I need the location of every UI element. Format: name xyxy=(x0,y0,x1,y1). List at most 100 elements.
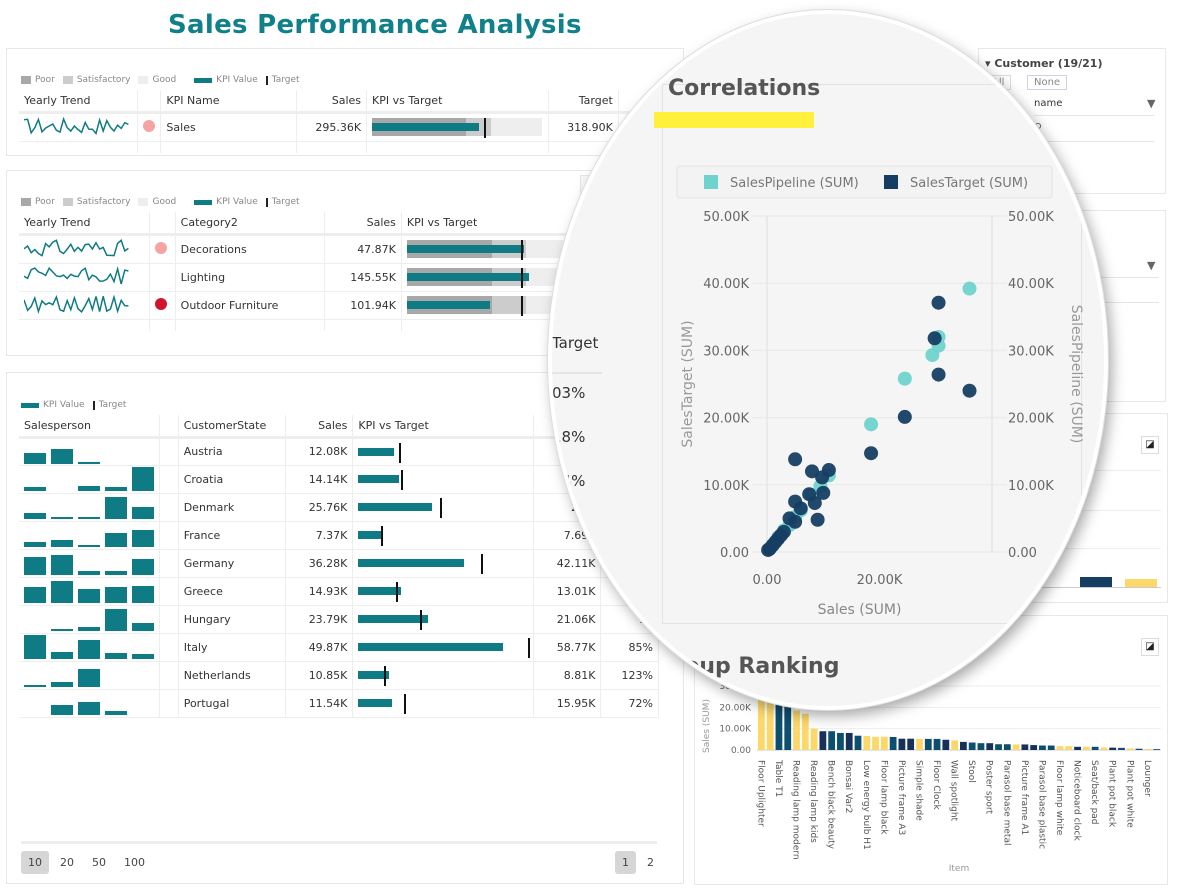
ranking-bar[interactable] xyxy=(924,738,932,750)
scatter-point[interactable] xyxy=(962,383,977,398)
ranking-bar[interactable] xyxy=(854,735,862,750)
ranking-bar[interactable] xyxy=(810,728,818,750)
ranking-bar[interactable] xyxy=(1100,747,1108,750)
scatter-point[interactable] xyxy=(962,281,977,296)
scatter-point[interactable] xyxy=(788,452,803,467)
customer-state-cell: Greece xyxy=(178,577,287,606)
ranking-bar[interactable] xyxy=(880,736,888,750)
filter-icon[interactable]: ▼ xyxy=(1147,97,1155,110)
ranking-bar[interactable] xyxy=(960,741,967,750)
scatter-point[interactable] xyxy=(793,501,808,516)
ranking-bar[interactable] xyxy=(819,731,827,750)
page-button[interactable]: 2 xyxy=(640,851,661,874)
minibar xyxy=(105,609,127,631)
scatter-point[interactable] xyxy=(897,371,912,386)
ranking-bar[interactable] xyxy=(828,731,836,750)
filter-icon[interactable]: ▼ xyxy=(1147,259,1155,272)
status-cell xyxy=(149,263,176,292)
column-header[interactable]: KPI Name xyxy=(160,90,297,114)
column-header[interactable]: Yearly Trend xyxy=(19,90,139,114)
ranking-bar[interactable] xyxy=(1056,746,1064,750)
ranking-bar[interactable] xyxy=(1074,746,1081,750)
page-size-option[interactable]: 10 xyxy=(21,851,49,874)
ranking-bar[interactable] xyxy=(1082,746,1090,750)
column-header[interactable] xyxy=(159,415,179,439)
legend-label[interactable]: SalesPipeline (SUM) xyxy=(730,176,859,191)
page-size-option[interactable]: 20 xyxy=(53,851,81,874)
column-header[interactable]: Sales xyxy=(324,212,402,236)
ranking-bar[interactable] xyxy=(1118,747,1125,750)
column-header[interactable]: Yearly Trend xyxy=(19,212,151,236)
page-size-option[interactable]: 100 xyxy=(117,851,152,874)
scatter-point[interactable] xyxy=(931,295,946,310)
ranking-bar[interactable] xyxy=(951,740,958,750)
minibar xyxy=(78,588,100,603)
ranking-bar[interactable] xyxy=(916,738,923,750)
ranking-bar[interactable] xyxy=(1039,745,1046,750)
column-header[interactable] xyxy=(149,212,176,236)
ranking-bar[interactable] xyxy=(907,738,915,750)
ranking-bar[interactable] xyxy=(1126,748,1134,750)
scatter-point[interactable] xyxy=(788,514,803,529)
sales-cell: 47.87K xyxy=(324,234,402,264)
y2-tick-label: 10.00K xyxy=(1008,479,1054,494)
minibar xyxy=(24,513,46,519)
ranking-bar[interactable] xyxy=(942,739,950,750)
minibar xyxy=(24,557,46,575)
ranking-bar[interactable] xyxy=(845,732,853,750)
ranking-bar[interactable] xyxy=(1003,744,1011,750)
legend-label[interactable]: SalesTarget (SUM) xyxy=(910,176,1028,191)
ranking-bar[interactable] xyxy=(1021,744,1029,750)
column-header[interactable]: CustomerState xyxy=(178,415,287,439)
scatter-point[interactable] xyxy=(925,348,940,363)
ranking-bar[interactable] xyxy=(898,738,906,750)
ranking-bar[interactable] xyxy=(1153,749,1160,750)
ranking-bar[interactable] xyxy=(1109,747,1117,750)
scatter-point[interactable] xyxy=(810,512,825,527)
ranking-bar[interactable] xyxy=(1012,744,1020,750)
ranking-bar[interactable] xyxy=(1135,748,1143,750)
scatter-point[interactable] xyxy=(761,542,776,557)
y-tick-label: 0.00 xyxy=(720,546,749,561)
ranking-bar[interactable] xyxy=(1144,748,1152,750)
scatter-point[interactable] xyxy=(897,409,912,424)
ranking-bar[interactable] xyxy=(784,705,792,750)
ranking-bar[interactable] xyxy=(801,713,809,750)
x-tick-label: Picture frame A3 xyxy=(896,760,906,835)
column-header[interactable]: KPI vs Target xyxy=(352,415,535,439)
expand-icon[interactable]: ◪ xyxy=(1141,436,1159,454)
ranking-bar[interactable] xyxy=(863,735,871,750)
ranking-bar[interactable] xyxy=(1065,746,1073,750)
ranking-bar[interactable] xyxy=(986,743,994,750)
table-scrollbar[interactable] xyxy=(21,841,657,844)
column-header[interactable]: Category2 xyxy=(175,212,325,236)
ranking-bar[interactable] xyxy=(889,736,897,750)
scatter-point[interactable] xyxy=(927,331,942,346)
ranking-bar[interactable] xyxy=(766,698,774,750)
column-header[interactable]: Salesperson xyxy=(19,415,160,439)
ranking-bar[interactable] xyxy=(793,710,800,750)
ranking-bar[interactable] xyxy=(837,732,844,750)
scatter-point[interactable] xyxy=(931,367,946,382)
ranking-bar[interactable] xyxy=(968,742,976,750)
sales-cell: 14.93K xyxy=(285,577,354,606)
ranking-bar[interactable] xyxy=(775,703,783,750)
ranking-bar[interactable] xyxy=(977,743,985,750)
column-header[interactable] xyxy=(137,90,162,114)
scatter-point[interactable] xyxy=(815,470,830,485)
kpi-value-swatch xyxy=(194,77,213,83)
page-size-option[interactable]: 50 xyxy=(85,851,113,874)
ranking-bar[interactable] xyxy=(995,744,1002,750)
column-header[interactable]: Sales xyxy=(285,415,354,439)
scatter-point[interactable] xyxy=(807,495,822,510)
ranking-bar[interactable] xyxy=(872,736,879,750)
page-button[interactable]: 1 xyxy=(615,851,636,874)
ranking-bar[interactable] xyxy=(933,738,941,750)
column-header[interactable]: Sales xyxy=(296,90,368,114)
ranking-bar[interactable] xyxy=(1047,745,1055,750)
column-header[interactable]: KPI vs Target xyxy=(366,90,549,114)
scatter-point[interactable] xyxy=(864,446,879,461)
ranking-bar[interactable] xyxy=(1091,746,1099,750)
scatter-point[interactable] xyxy=(864,417,879,432)
ranking-bar[interactable] xyxy=(1030,745,1038,750)
